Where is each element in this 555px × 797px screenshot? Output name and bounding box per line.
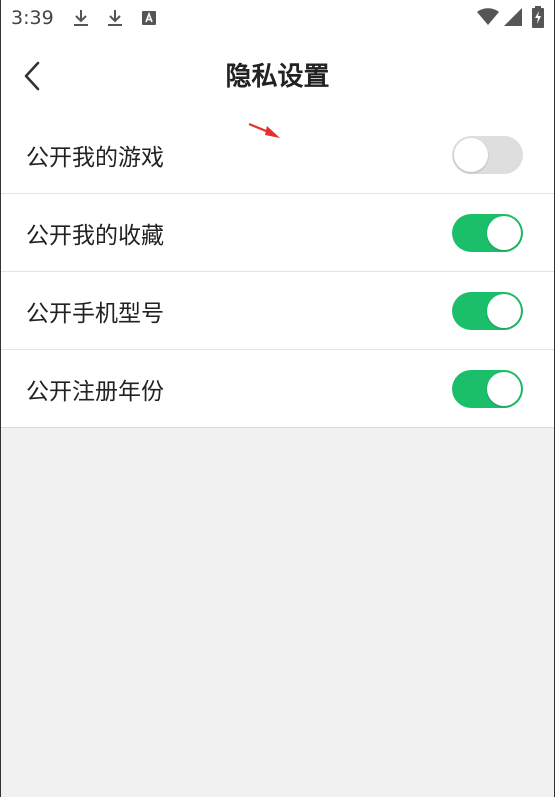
setting-row-public-games[interactable]: 公开我的游戏 [1, 116, 554, 194]
setting-row-public-phone-model[interactable]: 公开手机型号 [1, 272, 554, 350]
cell-signal-icon [504, 8, 522, 26]
setting-row-public-register-year[interactable]: 公开注册年份 [1, 350, 554, 428]
status-time: 3:39 [11, 7, 54, 29]
setting-row-public-favorites[interactable]: 公开我的收藏 [1, 194, 554, 272]
toggle-knob [487, 293, 521, 328]
public-games-toggle[interactable] [452, 135, 523, 174]
public-register-year-toggle[interactable] [452, 369, 523, 408]
wifi-icon [477, 8, 499, 26]
battery-charging-icon [532, 6, 544, 28]
toggle-knob [454, 137, 488, 172]
public-phone-model-toggle[interactable] [452, 291, 523, 330]
toggle-knob [487, 371, 521, 406]
setting-label: 公开注册年份 [26, 378, 164, 405]
toggle-knob [487, 215, 521, 250]
nav-bar: 隐私设置 [1, 36, 554, 116]
download-icon [73, 9, 89, 27]
setting-label: 公开手机型号 [26, 300, 164, 327]
public-favorites-toggle[interactable] [452, 213, 523, 252]
settings-list: 公开我的游戏 公开我的收藏 公开手机型号 公开注册年份 [1, 116, 554, 428]
setting-label: 公开我的游戏 [26, 144, 164, 171]
top-area: 3:39 隐私设置 [1, 0, 554, 116]
status-bar: 3:39 [1, 0, 554, 36]
setting-label: 公开我的收藏 [26, 222, 164, 249]
download-icon [107, 9, 123, 27]
page-title: 隐私设置 [225, 62, 330, 92]
a-notification-icon [141, 10, 157, 26]
